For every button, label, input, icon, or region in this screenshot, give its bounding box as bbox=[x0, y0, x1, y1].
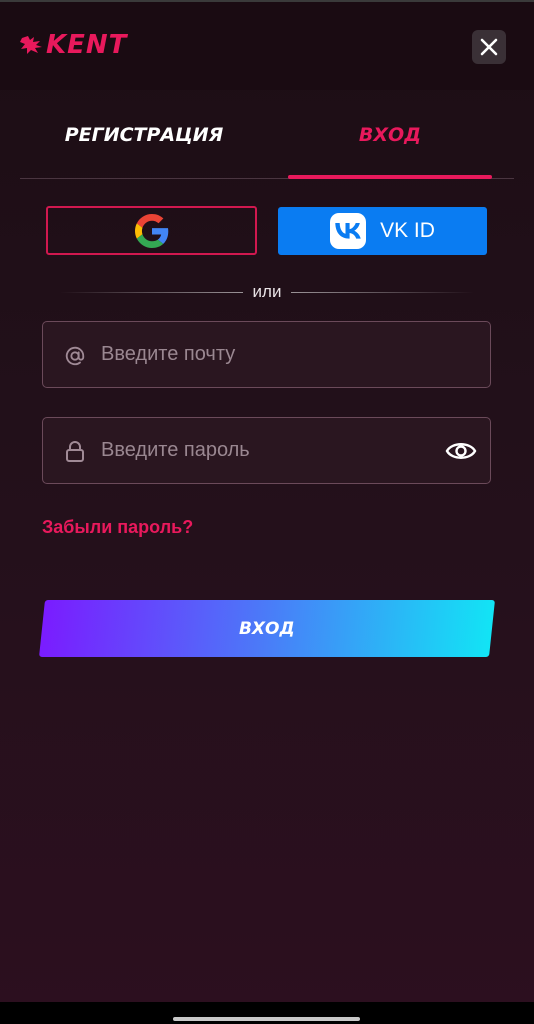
email-input[interactable] bbox=[101, 322, 431, 387]
show-password-button[interactable] bbox=[444, 436, 478, 466]
divider-line-left bbox=[60, 291, 243, 293]
home-gesture-handle[interactable] bbox=[173, 1017, 360, 1021]
submit-label: ВХОД bbox=[239, 618, 295, 639]
logo-mark-icon bbox=[20, 36, 42, 54]
logo: KENT bbox=[20, 30, 127, 60]
divider-line-right bbox=[291, 291, 475, 293]
close-button[interactable] bbox=[472, 30, 506, 64]
eye-icon bbox=[445, 443, 477, 459]
logo-text: KENT bbox=[46, 30, 128, 60]
password-field[interactable] bbox=[42, 417, 491, 484]
vk-icon bbox=[330, 213, 367, 249]
divider-text: или bbox=[252, 282, 282, 301]
or-divider: или bbox=[60, 282, 475, 302]
lock-icon bbox=[63, 440, 87, 464]
close-icon bbox=[480, 38, 498, 56]
header: KENT bbox=[0, 2, 534, 90]
vk-id-login-button[interactable]: VK ID bbox=[278, 207, 487, 255]
google-icon bbox=[134, 213, 168, 248]
password-input[interactable] bbox=[101, 418, 431, 483]
vk-id-label: VK ID bbox=[380, 219, 435, 242]
google-login-button[interactable] bbox=[46, 206, 257, 255]
at-icon bbox=[63, 344, 87, 368]
forgot-password-link[interactable]: Забыли пароль? bbox=[42, 517, 193, 538]
tab-login[interactable]: ВХОД bbox=[288, 92, 492, 178]
auth-tabs: РЕГИСТРАЦИЯ ВХОД bbox=[20, 92, 514, 180]
active-tab-indicator bbox=[288, 175, 492, 179]
email-field[interactable] bbox=[42, 321, 491, 388]
login-submit-button[interactable]: ВХОД bbox=[39, 600, 495, 657]
tab-registration[interactable]: РЕГИСТРАЦИЯ bbox=[20, 92, 268, 178]
